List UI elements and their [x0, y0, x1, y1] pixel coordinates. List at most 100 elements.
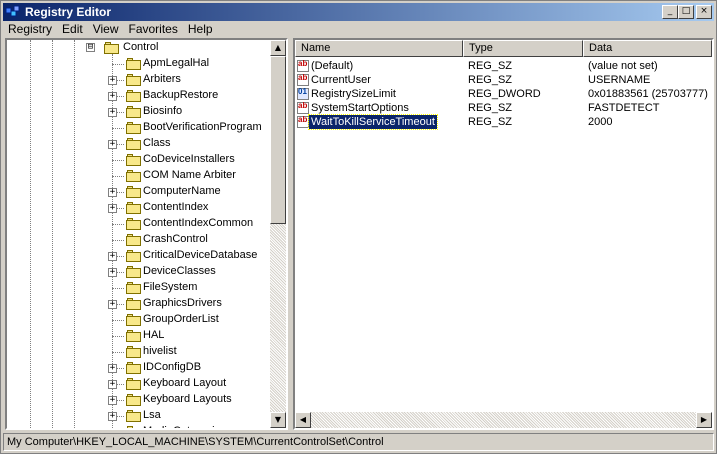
menu-view[interactable]: View: [88, 22, 124, 36]
tree-item[interactable]: GroupOrderList: [7, 312, 272, 328]
tree-item[interactable]: CoDeviceInstallers: [7, 152, 272, 168]
value-row[interactable]: RegistrySizeLimit REG_DWORD 0x01883561 (25…: [295, 87, 712, 101]
maximize-button[interactable]: □: [678, 5, 694, 19]
tree-connector: [112, 224, 124, 225]
expand-icon[interactable]: +: [108, 412, 117, 421]
value-type: REG_DWORD: [468, 88, 541, 100]
value-data: USERNAME: [588, 74, 651, 86]
tree-item-label: HAL: [143, 329, 165, 341]
tree-item[interactable]: + BackupRestore: [7, 88, 272, 104]
tree-item[interactable]: ApmLegalHal: [7, 56, 272, 72]
folder-icon: [126, 138, 142, 150]
value-name[interactable]: RegistrySizeLimit: [311, 87, 396, 101]
value-row[interactable]: SystemStartOptions REG_SZ FASTDETECT: [295, 101, 712, 115]
value-name[interactable]: WaitToKillServiceTimeout: [308, 114, 438, 130]
expand-icon[interactable]: +: [108, 188, 117, 197]
tree-item[interactable]: COM Name Arbiter: [7, 168, 272, 184]
folder-icon: [126, 362, 142, 374]
tree-item[interactable]: + Class: [7, 136, 272, 152]
string-value-icon: [297, 73, 309, 86]
tree-connector: [112, 64, 124, 65]
folder-icon: [126, 330, 142, 342]
tree-item[interactable]: + Arbiters: [7, 72, 272, 88]
string-value-icon: [297, 59, 309, 72]
close-button[interactable]: ×: [696, 5, 712, 19]
value-name[interactable]: (Default): [311, 59, 353, 73]
tree-item[interactable]: + DeviceClasses: [7, 264, 272, 280]
expand-icon[interactable]: +: [108, 252, 117, 261]
tree-item-label: ContentIndexCommon: [143, 217, 254, 229]
tree-item[interactable]: + ComputerName: [7, 184, 272, 200]
tree-item-label: GroupOrderList: [143, 313, 219, 325]
expand-icon[interactable]: +: [108, 364, 117, 373]
status-bar: My Computer\HKEY_LOCAL_MACHINE\SYSTEM\Cu…: [3, 433, 714, 451]
window-title: Registry Editor: [25, 5, 112, 19]
folder-icon: [126, 426, 142, 428]
tree-item[interactable]: ContentIndexCommon: [7, 216, 272, 232]
tree-item-control[interactable]: ⊟ Control: [7, 40, 272, 56]
tree-item[interactable]: + Keyboard Layouts: [7, 392, 272, 408]
expand-icon[interactable]: +: [108, 268, 117, 277]
registry-editor-window: Registry Editor _ □ × Registry Edit View…: [0, 0, 717, 454]
column-header-type[interactable]: Type: [463, 40, 583, 57]
list-horizontal-scrollbar[interactable]: ◀ ▶: [295, 412, 712, 428]
menu-favorites[interactable]: Favorites: [124, 22, 183, 36]
tree-vertical-scrollbar[interactable]: ▲ ▼: [270, 40, 286, 428]
menu-bar: Registry Edit View Favorites Help: [3, 21, 714, 37]
tree-item[interactable]: + ContentIndex: [7, 200, 272, 216]
tree-item[interactable]: hivelist: [7, 344, 272, 360]
expand-icon[interactable]: +: [108, 204, 117, 213]
tree-item[interactable]: CrashControl: [7, 232, 272, 248]
expand-icon[interactable]: +: [108, 140, 117, 149]
tree-item-label: Control: [123, 41, 159, 53]
column-headers: Name Type Data: [295, 40, 712, 57]
tree-item-label: CrashControl: [143, 233, 208, 245]
tree-item[interactable]: BootVerificationProgram: [7, 120, 272, 136]
tree-item[interactable]: HAL: [7, 328, 272, 344]
scroll-left-button[interactable]: ◀: [295, 412, 311, 428]
collapse-icon[interactable]: ⊟: [86, 43, 95, 52]
values-list-pane[interactable]: Name Type Data (Default) REG_SZ (value not…: [293, 38, 714, 430]
folder-icon: [126, 298, 142, 310]
tree-item[interactable]: + Keyboard Layout: [7, 376, 272, 392]
scroll-up-button[interactable]: ▲: [270, 40, 286, 56]
menu-help[interactable]: Help: [183, 22, 218, 36]
folder-icon: [126, 250, 142, 262]
expand-icon[interactable]: +: [108, 300, 117, 309]
value-name[interactable]: CurrentUser: [311, 73, 371, 87]
scroll-down-button[interactable]: ▼: [270, 412, 286, 428]
value-data: FASTDETECT: [588, 102, 660, 114]
tree-item[interactable]: + Biosinfo: [7, 104, 272, 120]
value-name[interactable]: SystemStartOptions: [311, 101, 409, 115]
menu-registry[interactable]: Registry: [3, 22, 57, 36]
tree-item[interactable]: + Lsa: [7, 408, 272, 424]
value-row[interactable]: CurrentUser REG_SZ USERNAME: [295, 73, 712, 87]
folder-icon: [126, 90, 142, 102]
expand-icon[interactable]: +: [108, 76, 117, 85]
value-row[interactable]: (Default) REG_SZ (value not set): [295, 59, 712, 73]
column-header-name[interactable]: Name: [295, 40, 463, 57]
binary-value-icon: [297, 87, 309, 100]
expand-icon[interactable]: +: [108, 92, 117, 101]
tree-item[interactable]: FileSystem: [7, 280, 272, 296]
column-header-data[interactable]: Data: [583, 40, 712, 57]
minimize-button[interactable]: _: [662, 5, 678, 19]
title-bar[interactable]: Registry Editor _ □ ×: [3, 3, 714, 21]
tree-connector: [112, 160, 124, 161]
tree-item[interactable]: + CriticalDeviceDatabase: [7, 248, 272, 264]
expand-icon[interactable]: +: [108, 396, 117, 405]
tree-item-label: COM Name Arbiter: [143, 169, 236, 181]
expand-icon[interactable]: +: [108, 108, 117, 117]
tree-item[interactable]: + IDConfigDB: [7, 360, 272, 376]
menu-edit[interactable]: Edit: [57, 22, 88, 36]
tree-connector: [112, 320, 124, 321]
value-row[interactable]: WaitToKillServiceTimeout REG_SZ 2000: [295, 114, 712, 130]
folder-icon: [126, 154, 142, 166]
scroll-right-button[interactable]: ▶: [696, 412, 712, 428]
key-tree-pane[interactable]: ⊟ Control ApmLegalHal + Arbiters + BackupRes…: [5, 38, 288, 430]
tree-connector: [112, 240, 124, 241]
tree-item[interactable]: + GraphicsDrivers: [7, 296, 272, 312]
expand-icon[interactable]: +: [108, 380, 117, 389]
tree-item[interactable]: +MediaCategories: [7, 424, 272, 428]
scroll-thumb[interactable]: [270, 56, 286, 224]
